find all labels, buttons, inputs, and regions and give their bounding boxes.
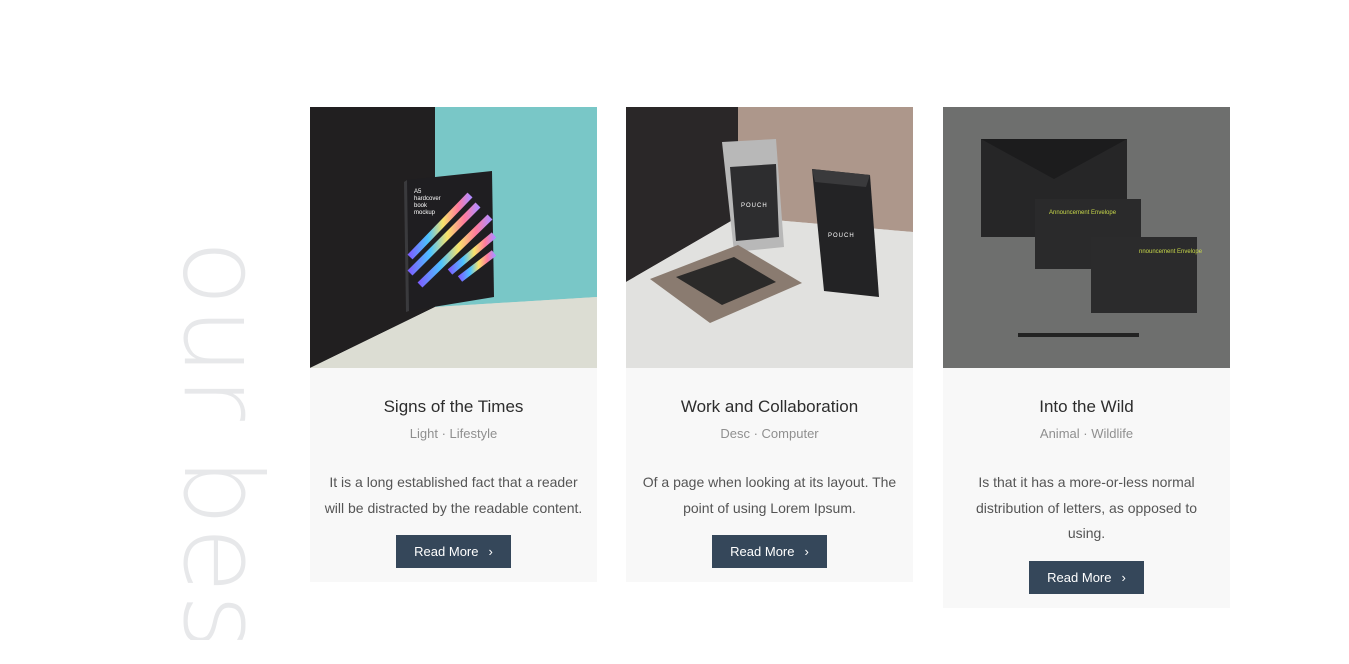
card-body: Work and Collaboration Desc · Computer O… (626, 368, 913, 582)
chevron-right-icon: › (1121, 569, 1126, 585)
chevron-right-icon: › (488, 544, 493, 559)
card-body: Signs of the Times Light · Lifestyle It … (310, 368, 597, 582)
card-meta: Desc · Computer (720, 426, 819, 441)
card-meta: Light · Lifestyle (409, 426, 498, 441)
blog-card: POUCH POUCH Work and Collaboration Desc … (626, 107, 913, 582)
card-image-envelope-mockup[interactable]: Announcement Envelope nnouncement Envelo… (943, 107, 1230, 368)
read-more-label: Read More (414, 544, 479, 559)
read-more-button[interactable]: Read More › (396, 535, 511, 568)
envelope-mockup-illustration: Announcement Envelope nnouncement Envelo… (943, 107, 1230, 368)
side-title-text: our best (171, 240, 271, 640)
card-description: Of a page when looking at its layout. Th… (642, 474, 897, 516)
blog-card: A5 hardcover book mockup Signs of the Ti… (310, 107, 597, 582)
chevron-right-icon: › (804, 544, 809, 559)
card-title[interactable]: Signs of the Times (324, 396, 583, 418)
card-title[interactable]: Into the Wild (957, 396, 1216, 418)
svg-text:POUCH: POUCH (828, 233, 855, 239)
card-image-book-mockup[interactable]: A5 hardcover book mockup (310, 107, 597, 368)
svg-text:A5: A5 (414, 189, 422, 195)
blog-section: our best (0, 0, 1349, 664)
svg-text:hardcover: hardcover (414, 196, 441, 202)
card-body: Into the Wild Animal · Wildlife Is that … (943, 368, 1230, 608)
blog-card: Announcement Envelope nnouncement Envelo… (943, 107, 1230, 608)
card-description: Is that it has a more-or-less normal dis… (975, 474, 1198, 541)
svg-text:nnouncement Envelope: nnouncement Envelope (1139, 249, 1203, 255)
section-side-title: our best (171, 240, 271, 640)
card-title[interactable]: Work and Collaboration (640, 396, 899, 418)
card-meta: Animal · Wildlife (1039, 426, 1134, 441)
svg-text:Announcement Envelope: Announcement Envelope (1049, 210, 1117, 216)
svg-text:mockup: mockup (414, 210, 436, 216)
read-more-button[interactable]: Read More › (1029, 560, 1144, 594)
book-mockup-illustration: A5 hardcover book mockup (310, 107, 597, 368)
svg-text:book: book (414, 203, 428, 209)
pouch-mockup-illustration: POUCH POUCH (626, 107, 913, 368)
read-more-button[interactable]: Read More › (712, 535, 827, 568)
read-more-label: Read More (1047, 569, 1112, 585)
card-description: It is a long established fact that a rea… (324, 474, 583, 516)
card-image-pouch-mockup[interactable]: POUCH POUCH (626, 107, 913, 368)
svg-text:POUCH: POUCH (741, 203, 768, 209)
read-more-label: Read More (730, 544, 795, 559)
